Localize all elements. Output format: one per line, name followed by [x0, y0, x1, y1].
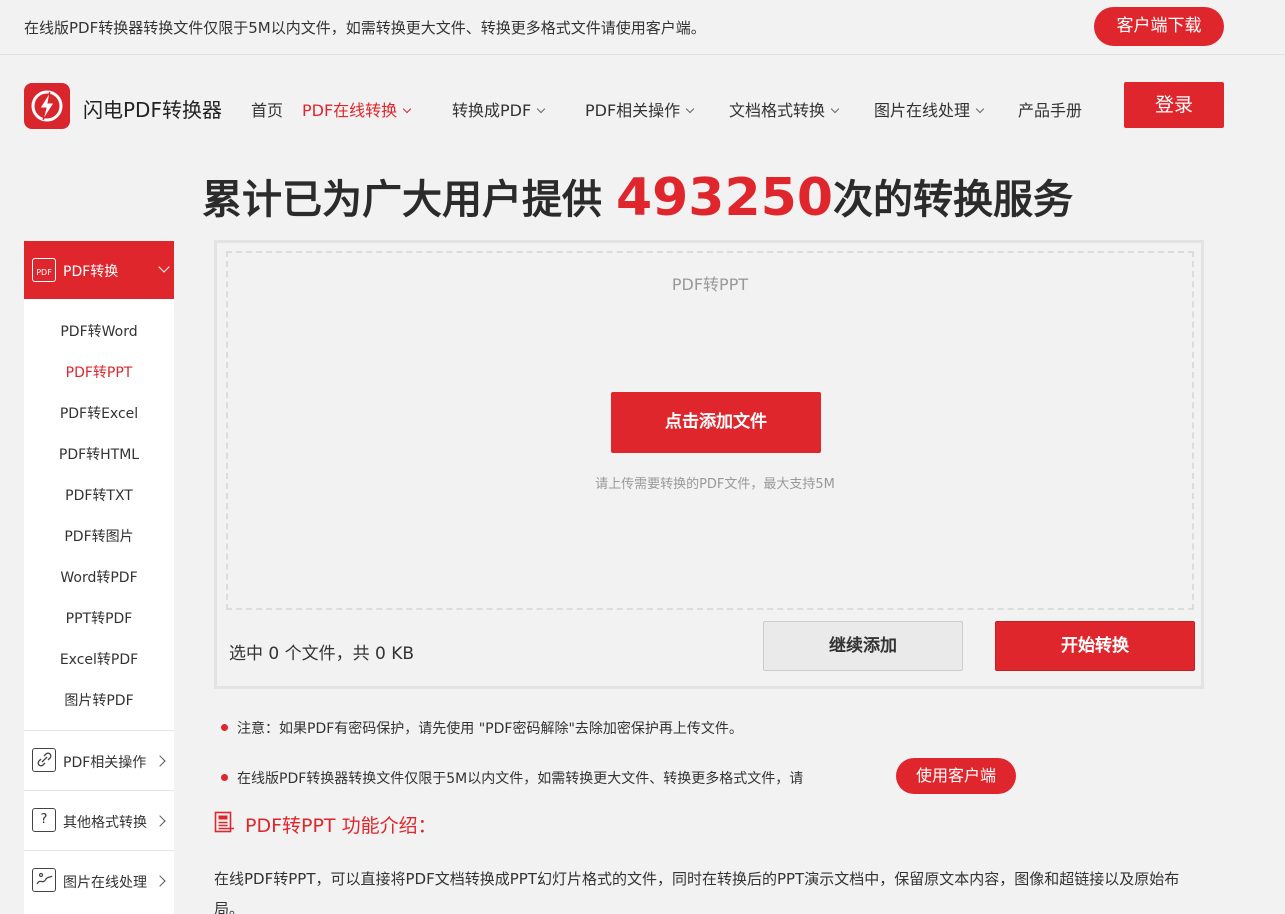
add-file-button[interactable]: 点击添加文件 [611, 392, 821, 453]
top-notice-text: 在线版PDF转换器转换文件仅限于5M以内文件，如需转换更大文件、转换更多格式文件… [24, 19, 706, 37]
use-client-button[interactable]: 使用客户端 [896, 758, 1016, 794]
sidebar-group-pdf-convert[interactable]: PDF PDF转换 [24, 241, 174, 299]
nav-pdf-operations[interactable]: PDF相关操作 [585, 97, 695, 121]
nav-label: 首页 [251, 101, 284, 120]
chevron-down-icon [975, 104, 985, 114]
converter-title: PDF转PPT [671, 275, 749, 294]
chevron-down-icon [830, 104, 840, 114]
nav-label: PDF相关操作 [585, 101, 681, 120]
nav-label: PDF在线转换 [302, 101, 398, 120]
chevron-right-icon [154, 755, 166, 767]
file-summary: 选中 0 个文件，共 0 KB [229, 644, 415, 664]
file-dropzone[interactable]: PDF转PPT 点击添加文件 请上传需要转换的PDF文件，最大支持5M [226, 251, 1194, 610]
note-size-limit: 在线版PDF转换器转换文件仅限于5M以内文件，如需转换更大文件、转换更多格式文件… [221, 768, 803, 788]
conversion-count: 493250 [615, 168, 834, 228]
nav-doc-format-convert[interactable]: 文档格式转换 [729, 97, 840, 121]
brand-name[interactable]: 闪电PDF转换器 [83, 94, 222, 123]
upload-panel: PDF转PPT 点击添加文件 请上传需要转换的PDF文件，最大支持5M 选中 0… [214, 240, 1204, 689]
sidebar-item-pdf-to-excel[interactable]: PDF转Excel [24, 403, 174, 423]
nav-image-online[interactable]: 图片在线处理 [874, 97, 985, 121]
sidebar-item-image-to-pdf[interactable]: 图片转PDF [24, 690, 174, 710]
sidebar-item-pdf-to-image[interactable]: PDF转图片 [24, 526, 174, 546]
sidebar-item-excel-to-pdf[interactable]: Excel转PDF [24, 649, 174, 669]
sidebar-group-other-formats[interactable]: ? 其他格式转换 [24, 790, 174, 848]
start-convert-button[interactable]: 开始转换 [995, 621, 1195, 671]
chevron-right-icon [154, 815, 166, 827]
bullet-icon [221, 774, 228, 781]
sidebar-item-pdf-to-txt[interactable]: PDF转TXT [24, 485, 174, 505]
nav-convert-to-pdf[interactable]: 转换成PDF [452, 97, 546, 121]
note-password: 注意：如果PDF有密码保护，请先使用 "PDF密码解除"去除加密保护再上传文件。 [221, 718, 743, 738]
link-icon [32, 748, 56, 772]
conversion-count-headline: 累计已为广大用户提供 493250次的转换服务 [202, 166, 1074, 228]
logo-icon[interactable] [24, 83, 70, 129]
document-icon [214, 811, 236, 837]
nav-label: 转换成PDF [452, 101, 532, 120]
chevron-right-icon [154, 875, 166, 887]
top-notice-bar: 在线版PDF转换器转换文件仅限于5M以内文件，如需转换更大文件、转换更多格式文件… [0, 0, 1285, 55]
sidebar-item-word-to-pdf[interactable]: Word转PDF [24, 567, 174, 587]
sidebar-item-pdf-to-ppt[interactable]: PDF转PPT [24, 362, 174, 382]
nav-product-manual[interactable]: 产品手册 [1018, 97, 1082, 121]
headline-prefix: 累计已为广大用户提供 [202, 177, 616, 223]
login-button[interactable]: 登录 [1124, 82, 1224, 128]
note-text: 注意：如果PDF有密码保护，请先使用 "PDF密码解除"去除加密保护再上传文件。 [237, 721, 743, 737]
chevron-down-icon [685, 104, 695, 114]
intro-text: 在线PDF转PPT，可以直接将PDF文档转换成PPT幻灯片格式的文件，同时在转换… [214, 870, 1180, 914]
nav-pdf-online-convert[interactable]: PDF在线转换 [302, 97, 412, 121]
sidebar: PDF PDF转换 PDF转Word PDF转PPT PDF转Excel PDF… [24, 241, 174, 914]
sidebar-group-image-online[interactable]: 图片在线处理 [24, 850, 174, 908]
sidebar-item-ppt-to-pdf[interactable]: PPT转PDF [24, 608, 174, 628]
chevron-down-icon [536, 104, 546, 114]
note-text: 在线版PDF转换器转换文件仅限于5M以内文件，如需转换更大文件、转换更多格式文件… [237, 771, 804, 787]
sidebar-group-pdf-operations[interactable]: PDF相关操作 [24, 730, 174, 788]
chevron-down-icon [158, 261, 170, 273]
chevron-down-icon [402, 104, 412, 114]
bullet-icon [221, 724, 228, 731]
sidebar-group-label: PDF转换 [63, 264, 119, 280]
sidebar-group-label: PDF相关操作 [63, 755, 147, 771]
nav-label: 图片在线处理 [874, 101, 971, 120]
question-icon: ? [32, 808, 56, 832]
intro-title: PDF转PPT 功能介绍： [245, 815, 437, 837]
nav-home[interactable]: 首页 [251, 97, 283, 121]
continue-add-button[interactable]: 继续添加 [763, 621, 963, 671]
headline-suffix: 次的转换服务 [833, 177, 1074, 223]
nav-label: 产品手册 [1018, 101, 1083, 120]
image-icon [32, 868, 56, 892]
sidebar-item-pdf-to-html[interactable]: PDF转HTML [24, 444, 174, 464]
upload-hint: 请上传需要转换的PDF文件，最大支持5M [595, 477, 835, 492]
sidebar-group-label: 其他格式转换 [63, 815, 147, 831]
nav-label: 文档格式转换 [729, 101, 826, 120]
pdf-file-icon: PDF [32, 258, 56, 282]
sidebar-item-pdf-to-word[interactable]: PDF转Word [24, 321, 174, 341]
client-download-button[interactable]: 客户端下载 [1094, 7, 1224, 46]
sidebar-group-label: 图片在线处理 [63, 875, 147, 891]
